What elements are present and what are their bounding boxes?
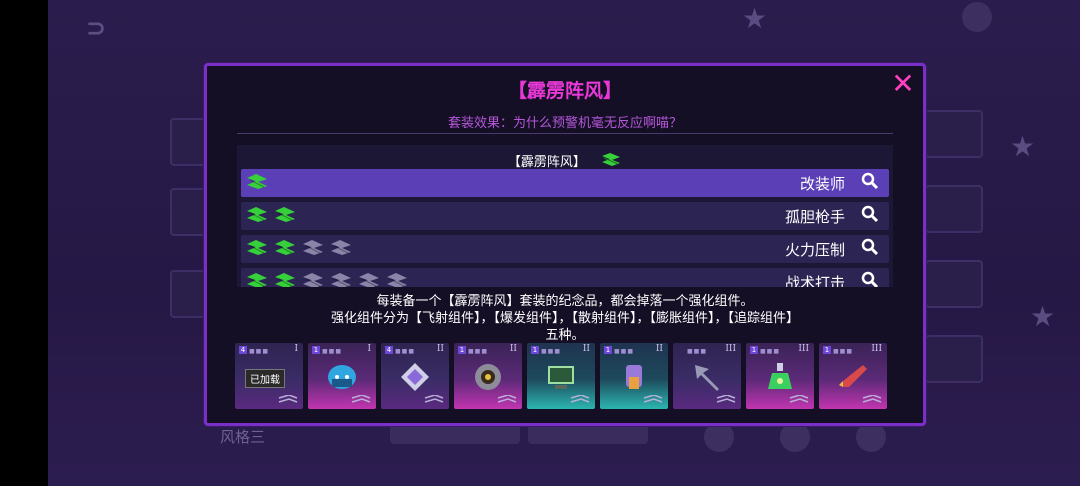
star-icon: ★ <box>742 2 768 35</box>
search-icon[interactable] <box>861 205 881 225</box>
potion-icon <box>760 357 800 397</box>
slot-number-badge: 4 <box>239 346 247 354</box>
rarity-dots: ■■■ <box>687 348 708 355</box>
description-line: 强化组件分为【飞射组件】，【爆发组件】，【散射组件】，【膨胀组件】，【追踪组件】 <box>330 311 799 326</box>
slot-number-badge: 1 <box>750 346 758 354</box>
dialog-title: 【霹雳阵风】 <box>507 80 622 102</box>
tier-label: III <box>871 344 882 354</box>
slot-number-badge: 4 <box>385 346 393 354</box>
bg-side-slot <box>925 185 983 233</box>
souvenir-card[interactable]: 1 ■■■ II <box>600 343 668 409</box>
search-icon[interactable] <box>861 172 881 192</box>
rocket-icon <box>833 357 873 397</box>
rarity-dots: ■■■ <box>322 348 343 355</box>
tier-label: I <box>367 344 371 354</box>
bg-side-slot <box>925 260 983 308</box>
rarity-dots: ■■■ <box>468 348 489 355</box>
rarity-dots: ■■■ <box>395 348 416 355</box>
style-label: 风格三 <box>220 428 266 446</box>
souvenir-card[interactable]: 1 ■■■ II <box>454 343 522 409</box>
souvenir-card[interactable]: 1 ■■■ I <box>308 343 376 409</box>
diamond-icon <box>395 357 435 397</box>
set-piece-icons <box>245 173 273 193</box>
bg-side-slot <box>925 335 983 383</box>
rarity-dots: ■■■ <box>760 348 781 355</box>
star-icon: ★ <box>1030 300 1056 333</box>
tier-label: II <box>655 344 663 354</box>
slot-number-badge: 1 <box>604 346 612 354</box>
set-bonus-label: 改装师 <box>799 175 845 193</box>
shield-icon <box>468 357 508 397</box>
tier-label: III <box>725 344 736 354</box>
set-list-header-label: 【霹雳阵风】 <box>507 155 586 170</box>
set-bonus-row[interactable]: 孤胆枪手 <box>241 202 889 230</box>
set-bonus-list[interactable]: 【霹雳阵风】 改装师孤胆枪手火力压制战术打击 <box>237 145 893 287</box>
tier-label: II <box>582 344 590 354</box>
set-bonus-label: 孤胆枪手 <box>784 208 845 226</box>
search-icon[interactable] <box>861 271 881 287</box>
rarity-dots: ■■■ <box>614 348 635 355</box>
arrow-icon <box>687 357 727 397</box>
souvenir-card[interactable]: ■■■ III <box>673 343 741 409</box>
back-arrow-icon[interactable]: ⊃ <box>86 14 106 42</box>
set-effect-subtitle: 套装效果：为什么预警机毫无反应啊喵？ <box>447 116 682 131</box>
slot-number-badge: 1 <box>531 346 539 354</box>
divider <box>237 133 893 134</box>
souvenir-card[interactable]: 4 ■■■ I 已加载 <box>235 343 303 409</box>
set-piece-icons <box>245 272 413 287</box>
slot-number-badge: 1 <box>312 346 320 354</box>
slot-number-badge: 1 <box>823 346 831 354</box>
bg-avatar <box>780 422 810 452</box>
set-bonus-label: 战术打击 <box>784 274 845 287</box>
rarity-dots: ■■■ <box>833 348 854 355</box>
close-icon[interactable]: ✕ <box>889 70 917 98</box>
souvenir-card-row[interactable]: 4 ■■■ I 已加载 1 ■■■ I 4 ■■■ II 1 ■■■ II 1 ■■■ II 1 ■■■ II ■■■… <box>235 343 911 411</box>
bottle-icon <box>614 357 654 397</box>
bg-avatar <box>856 422 886 452</box>
set-bonus-row[interactable]: 改装师 <box>241 169 889 197</box>
rarity-dots: ■■■ <box>249 348 270 355</box>
souvenir-card[interactable]: 1 ■■■ II <box>527 343 595 409</box>
loaded-badge: 已加载 <box>245 369 285 388</box>
monitor-icon <box>541 357 581 397</box>
set-bonus-row[interactable]: 战术打击 <box>241 268 889 287</box>
set-detail-dialog: 【霹雳阵风】 ✕ 套装效果：为什么预警机毫无反应啊喵？ 【霹雳阵风】 改装师孤胆… <box>204 63 926 426</box>
set-bonus-row[interactable]: 火力压制 <box>241 235 889 263</box>
souvenir-card[interactable]: 1 ■■■ III <box>746 343 814 409</box>
search-icon[interactable] <box>861 238 881 258</box>
set-piece-icons <box>245 206 301 226</box>
souvenir-card[interactable]: 1 ■■■ III <box>819 343 887 409</box>
star-icon: ★ <box>1010 130 1036 163</box>
bg-bubble <box>962 2 992 32</box>
set-bonus-label: 火力压制 <box>784 241 845 259</box>
tier-label: II <box>509 344 517 354</box>
bg-avatar <box>704 422 734 452</box>
tier-label: II <box>436 344 444 354</box>
description-line: 每装备一个【霹雳阵风】套装的纪念品，都会掉落一个强化组件。 <box>376 294 754 309</box>
souvenir-card[interactable]: 4 ■■■ II <box>381 343 449 409</box>
set-piece-icons <box>245 239 357 259</box>
slot-number-badge: 1 <box>458 346 466 354</box>
tier-label: III <box>798 344 809 354</box>
description-line: 五种。 <box>545 328 585 343</box>
tier-label: I <box>294 344 298 354</box>
helmet-icon <box>322 357 362 397</box>
rarity-dots: ■■■ <box>541 348 562 355</box>
bg-side-slot <box>925 110 983 158</box>
left-black-bar <box>0 0 48 486</box>
